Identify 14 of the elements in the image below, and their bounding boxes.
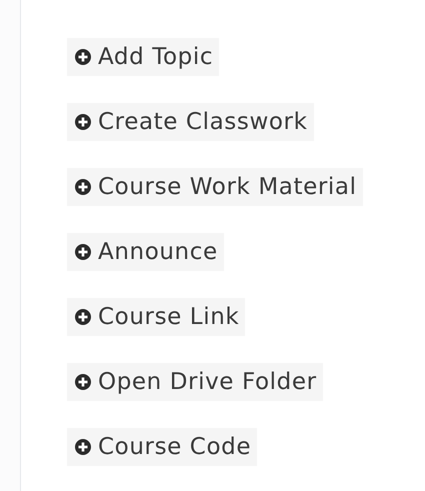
menu-item[interactable]: Course Work Material [67, 168, 363, 206]
menu-item[interactable]: Course Code [67, 428, 258, 466]
plus-circle-icon [75, 439, 91, 455]
plus-circle-icon [75, 49, 91, 65]
menu-item[interactable]: Add Topic [67, 38, 220, 76]
menu-item[interactable]: Announce [67, 233, 224, 271]
plus-circle-icon [75, 244, 91, 260]
plus-circle-icon [75, 114, 91, 130]
menu-item[interactable]: Course Link [67, 298, 246, 336]
plus-circle-icon [75, 179, 91, 195]
menu-item[interactable]: Create Classwork [67, 103, 314, 141]
menu-item[interactable]: Open Drive Folder [67, 363, 323, 401]
plus-circle-icon [75, 309, 91, 325]
plus-circle-icon [75, 374, 91, 390]
